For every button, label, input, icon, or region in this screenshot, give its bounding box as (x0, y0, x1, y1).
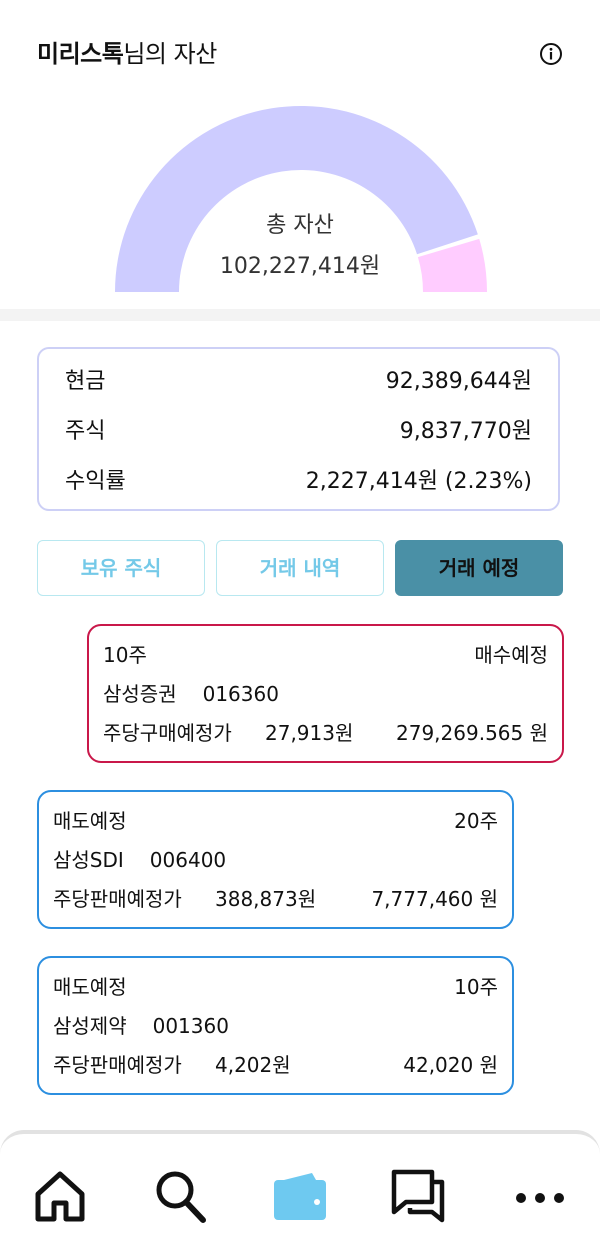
gauge-label: 총 자산 (266, 213, 334, 238)
order-total: 279,269.565 원 (396, 721, 548, 745)
stock-name: 삼성제약 (53, 1014, 127, 1038)
return-row: 수익률 2,227,414원 (2.23%) (65, 462, 532, 502)
stock-code: 001360 (152, 1014, 229, 1038)
unit-price: 27,913원 (265, 721, 354, 745)
cash-row: 현금 92,389,644원 (65, 362, 532, 402)
order-qty: 10주 (103, 643, 147, 667)
cash-label: 현금 (65, 369, 106, 394)
tab-bar: 보유 주식 거래 내역 거래 예정 (37, 540, 564, 596)
order-qty: 10주 (454, 975, 498, 999)
order-qty: 20주 (454, 809, 498, 833)
header: 미리스톡님의 자산 (37, 36, 567, 72)
unit-price: 388,873원 (215, 887, 317, 911)
asset-summary-card: 현금 92,389,644원 주식 9,837,770원 수익률 2,227,4… (37, 347, 560, 511)
price-label: 주당판매예정가 (53, 1053, 182, 1077)
bottom-nav (0, 1130, 600, 1253)
price-label: 주당판매예정가 (53, 887, 182, 911)
title-suffix: 님의 자산 (123, 40, 217, 68)
cash-value: 92,389,644원 (385, 369, 532, 394)
more-icon[interactable] (512, 1168, 568, 1224)
page-title: 미리스톡님의 자산 (37, 36, 217, 72)
unit-price: 4,202원 (215, 1053, 291, 1077)
tab-holdings[interactable]: 보유 주식 (37, 540, 205, 596)
stock-name: 삼성증권 (103, 682, 177, 706)
stock-row: 주식 9,837,770원 (65, 412, 532, 452)
home-icon[interactable] (32, 1168, 88, 1224)
order-card[interactable]: 매도예정 20주 삼성SDI 006400 주당판매예정가 388,873원 7,… (37, 790, 514, 929)
order-type: 매수예정 (474, 643, 548, 667)
wallet-icon[interactable] (272, 1168, 328, 1224)
return-label: 수익률 (65, 469, 126, 494)
tab-history[interactable]: 거래 내역 (216, 540, 384, 596)
order-card[interactable]: 매도예정 10주 삼성제약 001360 주당판매예정가 4,202원 42,02… (37, 956, 514, 1095)
chat-icon[interactable] (390, 1168, 446, 1224)
user-name: 미리스톡 (37, 40, 124, 68)
order-total: 7,777,460 원 (371, 887, 498, 911)
order-total: 42,020 원 (403, 1053, 498, 1077)
tab-scheduled[interactable]: 거래 예정 (395, 540, 563, 596)
price-label: 주당구매예정가 (103, 721, 232, 745)
search-icon[interactable] (152, 1168, 208, 1224)
stock-label: 주식 (65, 419, 106, 444)
stock-value: 9,837,770원 (399, 419, 532, 444)
info-icon[interactable] (539, 42, 563, 66)
stock-code: 006400 (149, 848, 227, 872)
return-value: 2,227,414원 (2.23%) (305, 469, 532, 494)
stock-name: 삼성SDI (53, 848, 124, 872)
stock-code: 016360 (202, 682, 279, 706)
order-type: 매도예정 (53, 975, 127, 999)
order-card[interactable]: 10주 매수예정 삼성증권 016360 주당구매예정가 27,913원 279,… (87, 624, 564, 763)
order-type: 매도예정 (53, 809, 127, 833)
section-divider (0, 309, 600, 321)
gauge-total-value: 102,227,414원 (219, 254, 381, 279)
